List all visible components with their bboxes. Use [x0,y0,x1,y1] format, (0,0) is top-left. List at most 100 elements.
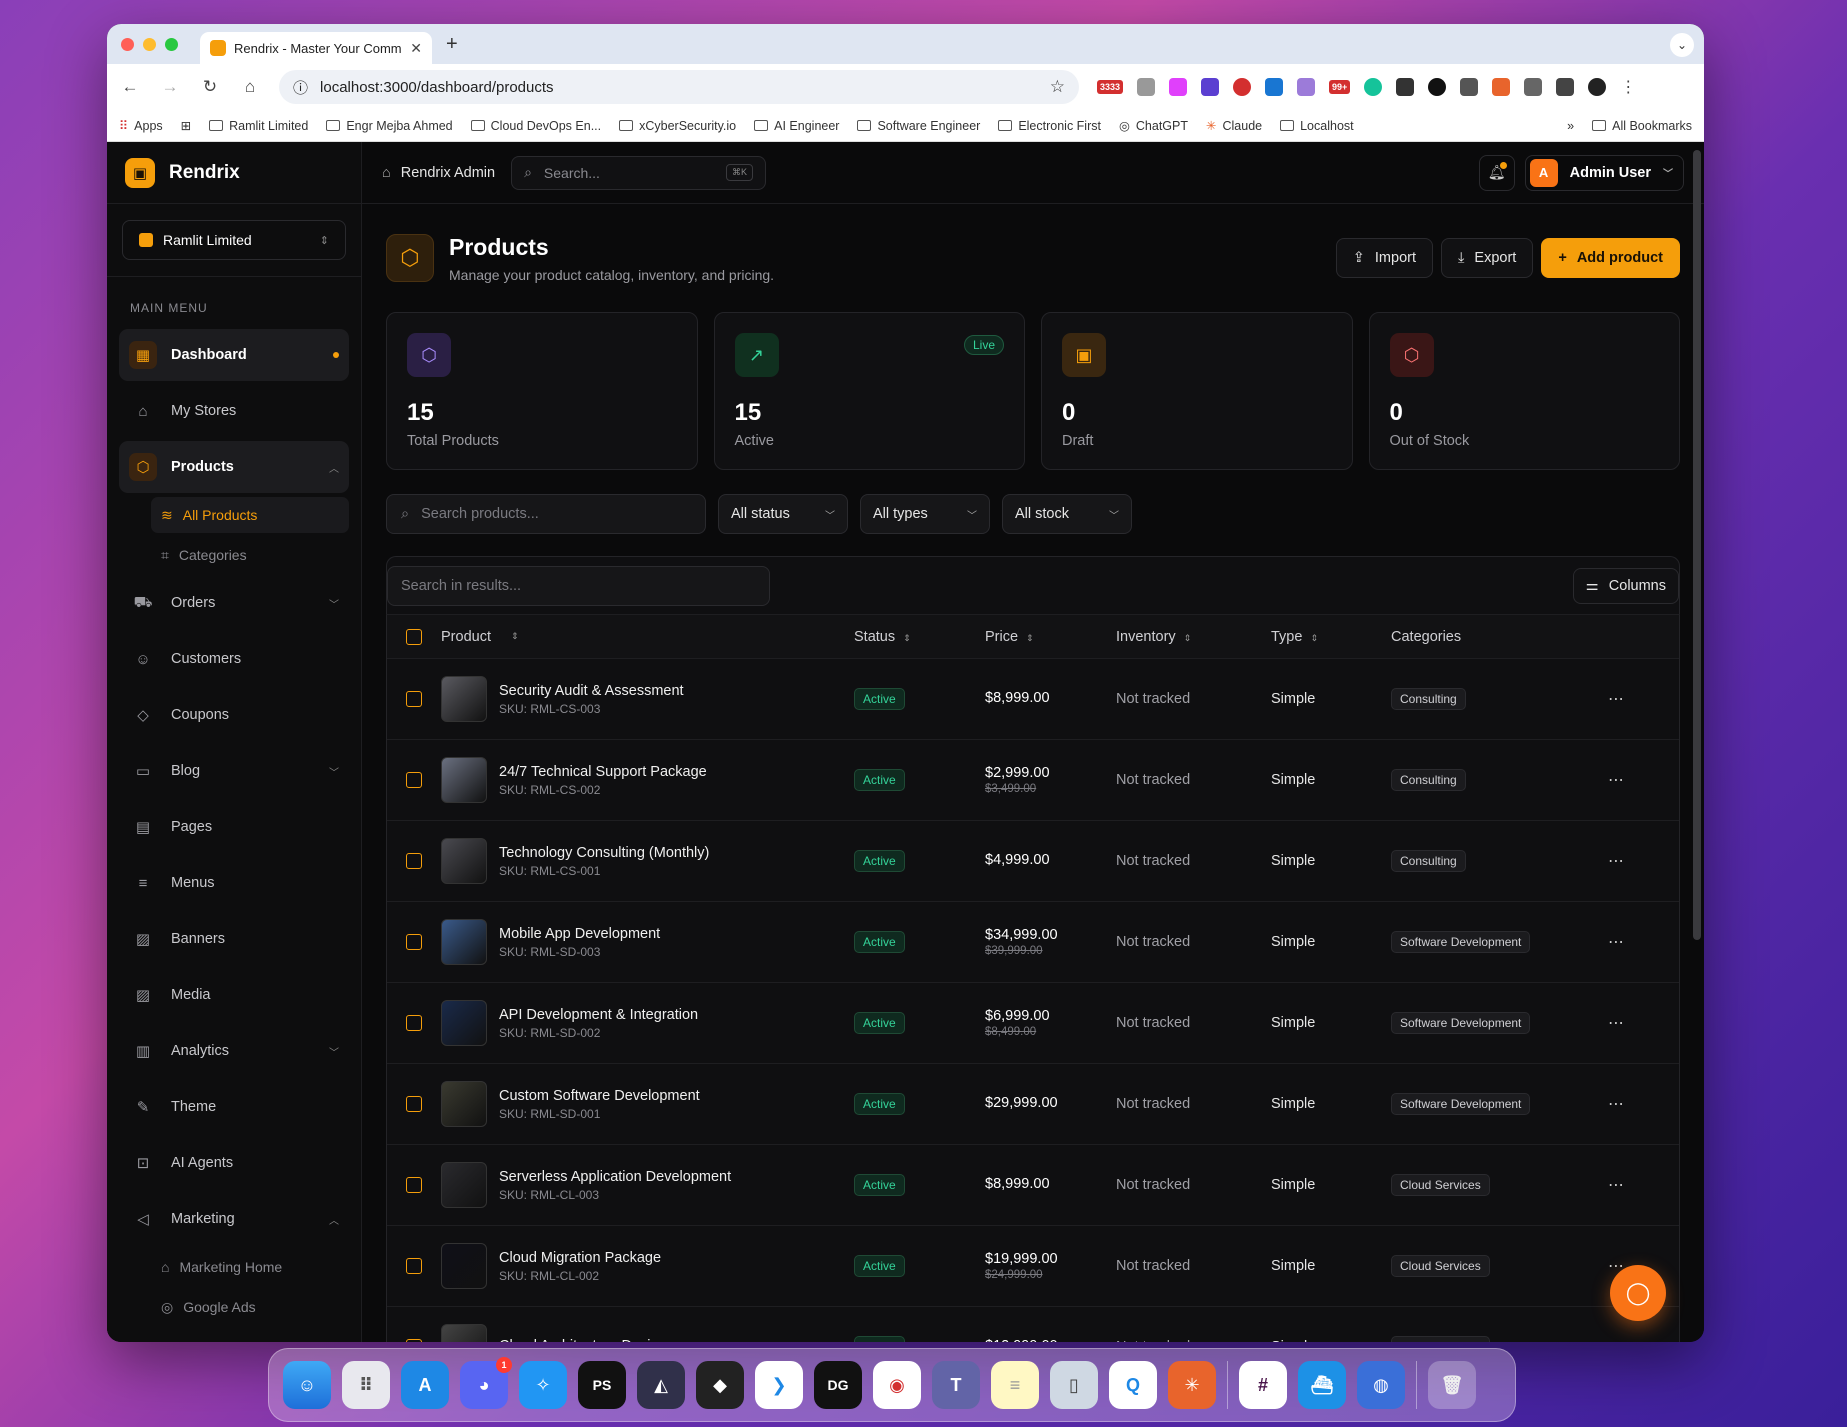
discord-icon[interactable]: ◕ 1 [460,1357,512,1409]
row-actions-icon[interactable]: ⋯ [1591,1337,1641,1342]
product-name[interactable]: Custom Software Development [499,1088,700,1104]
bookmark-folder[interactable]: Electronic First [998,119,1101,133]
col-product[interactable]: Product ⇕ [441,629,854,645]
finder-icon[interactable]: ☺ [283,1361,331,1409]
product-name[interactable]: Cloud Migration Package [499,1250,661,1266]
col-type[interactable]: Type ⇕ [1271,629,1391,645]
app-icon[interactable]: ◍ [1357,1361,1405,1409]
sidebar-item-theme[interactable]: ✎ Theme [119,1081,349,1133]
bookmark-folder[interactable]: Engr Mejba Ahmed [326,119,453,133]
zoom-window-button[interactable] [165,37,178,51]
row-actions-icon[interactable]: ⋯ [1591,1175,1641,1195]
row-actions-icon[interactable]: ⋯ [1591,770,1641,790]
sidebar-subitem-google-ads[interactable]: ◎ Google Ads [151,1289,349,1325]
cube-app-icon[interactable]: ◆ [696,1361,744,1409]
global-search-input[interactable]: ⌕ Search... ⌘K [511,155,767,190]
table-row[interactable]: Technology Consulting (Monthly) SKU: RML… [387,821,1679,902]
sidebar-item-media[interactable]: ▨ Media [119,969,349,1021]
table-row[interactable]: API Development & Integration SKU: RML-S… [387,983,1679,1064]
user-menu-button[interactable]: A Admin User ﹀ [1524,154,1684,191]
grammarly-extension-icon[interactable] [1364,78,1383,96]
row-checkbox[interactable] [406,1096,422,1112]
sidebar-item-ai-agents[interactable]: ⊡ AI Agents [119,1137,349,1189]
row-checkbox[interactable] [406,1339,422,1342]
close-window-button[interactable] [121,37,134,51]
table-row[interactable]: Cloud Migration Package SKU: RML-CL-002 … [387,1226,1679,1307]
row-checkbox[interactable] [406,853,422,869]
sidebar-item-pages[interactable]: ▤ Pages [119,801,349,853]
sidebar-item-marketing[interactable]: ◁ Marketing ︿ [119,1193,349,1245]
row-actions-icon[interactable]: ⋯ [1591,1094,1641,1114]
row-checkbox[interactable] [406,1015,422,1031]
home-icon[interactable]: ⌂ [239,77,261,97]
spark-extension-icon[interactable] [1492,78,1511,96]
new-tab-icon[interactable]: + [446,33,458,56]
status-filter-select[interactable]: All status ﹀ [718,494,848,534]
workspace-label[interactable]: ⌂ Rendrix Admin [382,165,495,181]
sidebar-item-products[interactable]: ⬡ Products ︿ [119,441,349,493]
forward-icon[interactable]: → [159,77,181,97]
cursor-extension-icon[interactable] [1460,78,1479,96]
sidebar-subitem-marketing-home[interactable]: ⌂ Marketing Home [151,1249,349,1285]
safari-icon[interactable]: ✧ [519,1361,567,1409]
toolbox-extension-icon[interactable]: 99+ [1329,80,1351,94]
more-bookmarks-icon[interactable]: » [1567,119,1574,133]
notifications-button[interactable]: 🔔︎ [1478,154,1515,191]
scrollbar[interactable] [1693,150,1701,940]
bookmark-folder[interactable]: AI Engineer [754,119,839,133]
reading-list-icon[interactable] [1556,78,1575,96]
sidebar-item-banners[interactable]: ▨ Banners [119,913,349,965]
bookmark-chatgpt[interactable]: ◎ ChatGPT [1119,118,1188,134]
table-row[interactable]: 24/7 Technical Support Package SKU: RML-… [387,740,1679,821]
sidebar-subitem-all-products[interactable]: ≋ All Products [151,497,349,533]
row-checkbox[interactable] [406,691,422,707]
simulator-icon[interactable]: ▯ [1050,1361,1098,1409]
row-checkbox[interactable] [406,1177,422,1193]
bookmark-folder[interactable]: xCyberSecurity.io [619,119,736,133]
chat-button[interactable]: ◯ [1610,1265,1666,1321]
copilot-extension-icon[interactable] [1428,78,1447,96]
bookmark-folder[interactable]: Cloud DevOps En... [470,119,601,133]
sidebar-item-menus[interactable]: ≡ Menus [119,857,349,909]
import-button[interactable]: ⇪ Import [1335,238,1433,278]
row-actions-icon[interactable]: ⋯ [1591,689,1641,709]
trash-icon[interactable]: 🗑︎ [1428,1361,1476,1409]
row-checkbox[interactable] [406,934,422,950]
tab-search-icon[interactable]: ⌄ [1670,33,1694,57]
puzzle-extensions-icon[interactable] [1524,78,1543,96]
table-row[interactable]: Serverless Application Development SKU: … [387,1145,1679,1226]
results-search-input[interactable]: Search in results... [387,565,770,606]
docker-icon[interactable]: ⛴ [1298,1361,1346,1409]
phpstorm-icon[interactable]: PS [578,1361,626,1409]
bookmark-folder[interactable]: Ramlit Limited [209,119,308,133]
chrome-menu-icon[interactable]: ⋮ [1620,77,1636,97]
notes-icon[interactable]: ≡ [991,1361,1039,1409]
export-button[interactable]: ⤓ Export [1441,238,1534,278]
bookmark-claude[interactable]: ✳ Claude [1206,118,1262,134]
add-product-button[interactable]: + Add product [1541,238,1680,278]
col-price[interactable]: Price ⇕ [985,629,1116,645]
claude-app-icon[interactable]: ✳ [1168,1361,1216,1409]
close-tab-icon[interactable]: ✕ [410,40,422,57]
product-search-input[interactable]: ⌕ Search products... [386,494,706,534]
arrow-extension-icon[interactable] [1169,78,1188,96]
table-row[interactable]: Security Audit & Assessment SKU: RML-CS-… [387,659,1679,740]
opera-extension-icon[interactable] [1233,78,1252,96]
back-icon[interactable]: ← [119,77,141,97]
stock-filter-select[interactable]: All stock ﹀ [1002,494,1132,534]
wave-extension-icon[interactable] [1297,78,1316,96]
camera-extension-icon[interactable] [1137,78,1156,96]
bookmark-apps[interactable]: ⠿ Apps [119,118,163,134]
select-all-checkbox[interactable] [406,628,422,645]
product-name[interactable]: Serverless Application Development [499,1169,731,1185]
minimize-window-button[interactable] [143,37,156,51]
address-bar[interactable]: ⓘ localhost:3000/dashboard/products ☆ [279,70,1079,104]
columns-button[interactable]: ⚌ Columns [1572,567,1679,604]
sidebar-item-coupons[interactable]: ◇ Coupons [119,689,349,741]
store-switcher[interactable]: Ramlit Limited ⇕ [122,220,346,260]
arc-icon[interactable]: ◭ [637,1361,685,1409]
sidebar-item-analytics[interactable]: ▥ Analytics ﹀ [119,1025,349,1077]
reload-icon[interactable]: ↻ [199,77,221,97]
sidebar-item-my-stores[interactable]: ⌂ My Stores [119,385,349,437]
product-name[interactable]: Security Audit & Assessment [499,683,684,699]
